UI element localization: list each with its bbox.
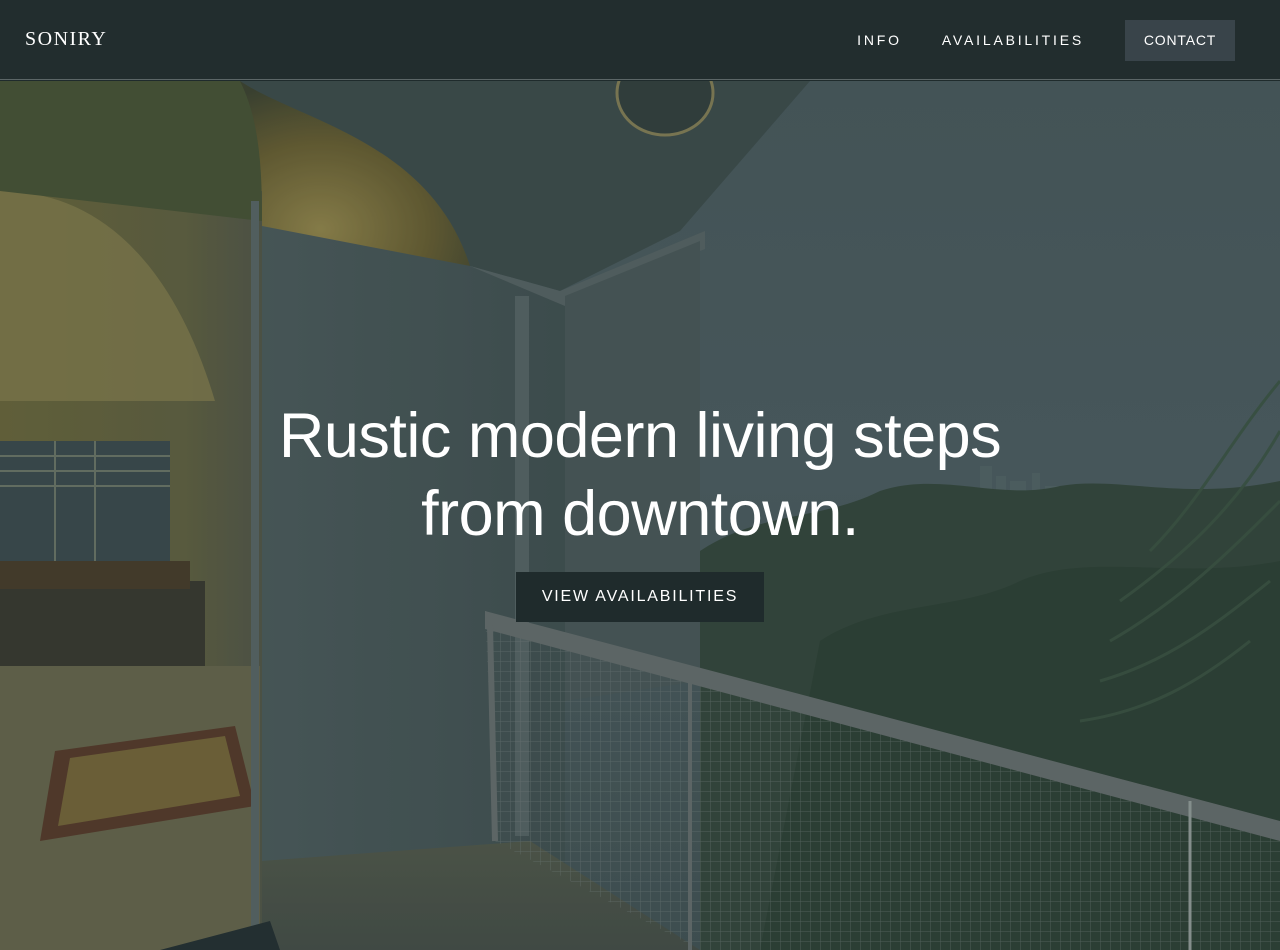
- contact-button[interactable]: CONTACT: [1125, 19, 1235, 61]
- hero-headline: Rustic modern living steps from downtown…: [140, 397, 1140, 553]
- brand-logo[interactable]: SONIRY: [25, 28, 107, 51]
- nav-info-link[interactable]: INFO: [857, 32, 902, 48]
- view-availabilities-button[interactable]: VIEW AVAILABILITIES: [516, 572, 764, 622]
- hero-headline-line-2: from downtown.: [421, 479, 859, 549]
- landing-page: SONIRY INFO AVAILABILITIES CONTACT Rusti…: [0, 0, 1280, 950]
- site-header: SONIRY INFO AVAILABILITIES CONTACT: [0, 0, 1280, 80]
- hero-section: Rustic modern living steps from downtown…: [0, 81, 1280, 950]
- nav-availabilities-link[interactable]: AVAILABILITIES: [942, 32, 1084, 48]
- main-nav: INFO AVAILABILITIES CONTACT: [857, 0, 1235, 80]
- hero-headline-line-1: Rustic modern living steps: [278, 401, 1002, 471]
